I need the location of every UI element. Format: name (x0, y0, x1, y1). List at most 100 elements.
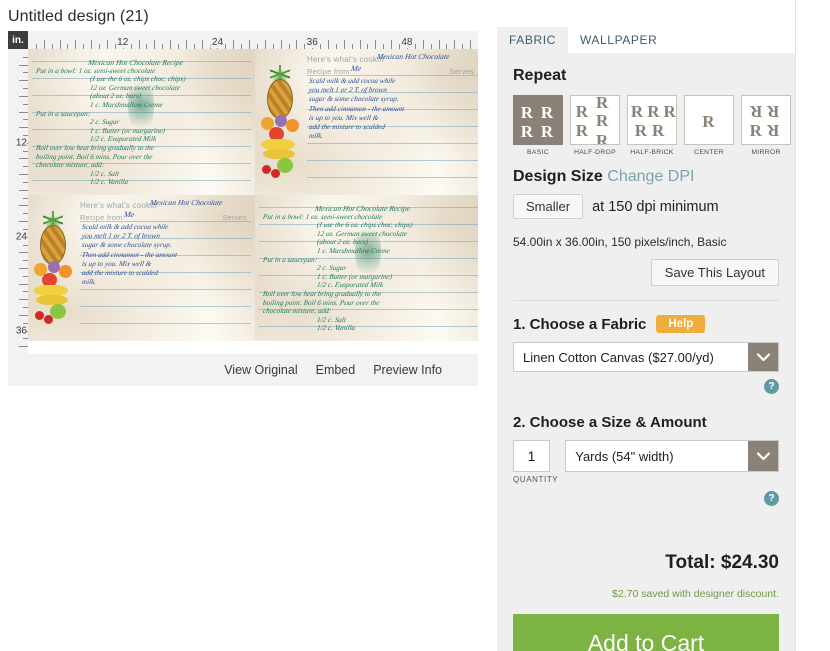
handwriting-line: (about 2 oz. bars) (316, 238, 369, 247)
handwriting-line: Boil over low heat bring gradually to th… (35, 144, 155, 152)
repeat-glyph: R (663, 101, 676, 121)
ruler-tick (391, 40, 393, 49)
repeat-glyph: R (520, 121, 533, 141)
handwriting-line: 1 c. Butter (or margarine) (316, 272, 393, 281)
repeat-glyph: R (749, 101, 762, 121)
ruler-tick (19, 205, 28, 207)
repeat-thumbnail: RRRR (741, 95, 791, 145)
ruler-tick (91, 40, 93, 49)
ruler-label: 24 (210, 37, 225, 48)
handwriting-line: 1 c. Butter (or margarine) (89, 126, 166, 135)
repeat-thumbnail: RRRR (513, 95, 563, 145)
ruler-tick (328, 40, 329, 49)
ruler-tick (422, 40, 424, 49)
card-preprint-serves: Serves (222, 213, 247, 222)
size-help-icon[interactable]: ? (764, 491, 779, 506)
ruler-tick (19, 158, 28, 160)
ruler-tick (280, 40, 282, 49)
ruler-label: 12 (116, 37, 130, 48)
handwriting-line: milk. (308, 132, 324, 141)
ruler-tick (106, 40, 108, 49)
card-from-handwriting: Me (350, 64, 362, 73)
repeat-option-half-brick[interactable]: R R R R R HALF-BRICK (627, 95, 677, 156)
card-preprint-from: Recipe from (80, 213, 123, 222)
ruler-tick (19, 346, 28, 348)
smaller-button[interactable]: Smaller (513, 194, 584, 219)
quantity-label: QUANTITY (513, 475, 559, 484)
ruler-tick (264, 40, 266, 49)
repeat-glyph: R (634, 120, 647, 140)
fabric-help-badge[interactable]: Help (656, 315, 706, 333)
ruler-tick (359, 40, 361, 49)
repeat-glyph: R (766, 120, 780, 140)
handwriting-line: 12 oz. German sweet chocolate (316, 229, 408, 238)
handwriting-line: 2 c. Sugar (316, 264, 347, 273)
handwriting-line: boiling point. Boil 6 mins. Pour over th… (262, 298, 381, 307)
card-preprint-serves: Serves (449, 67, 474, 76)
size-select[interactable]: Yards (54" width) (565, 440, 779, 472)
repeat-glyph: R (595, 111, 609, 131)
page-title: Untitled design (21) (8, 8, 149, 25)
vertical-ruler[interactable]: 12 24 36 (8, 49, 28, 354)
tab-fabric[interactable]: FABRIC (497, 27, 568, 53)
ruler-tick (470, 40, 472, 49)
discount-note: $2.70 saved with designer discount. (612, 588, 779, 600)
page-right-divider (795, 0, 796, 651)
repeat-option-basic[interactable]: R R R R BASIC (513, 95, 563, 156)
repeat-tile-grid: Mexican Hot Chocolate Recipe Put in a bow… (28, 49, 478, 354)
save-layout-row: Save This Layout (513, 259, 779, 286)
chevron-down-icon (748, 343, 778, 371)
preview-info-link[interactable]: Preview Info (373, 363, 442, 377)
ruler-tick (19, 283, 28, 285)
handwriting-line: (about 2 oz. bars) (89, 92, 142, 101)
ruler-tick (296, 40, 298, 49)
repeat-glyph: R (647, 101, 660, 121)
options-panel: FABRIC WALLPAPER Repeat R R R R BASIC R R R R R HA… (497, 25, 795, 651)
tab-wallpaper[interactable]: WALLPAPER (568, 27, 669, 53)
horizontal-ruler[interactable]: 12 24 36 48 (28, 31, 478, 49)
repeat-option-center[interactable]: R CENTER (684, 95, 734, 156)
handwriting-line: 1/2 c. Evaporated Milk (316, 281, 384, 290)
ruler-tick (343, 40, 345, 49)
handwriting-line: you melt 1 or 2 T. of brown (81, 232, 161, 241)
repeat-option-half-drop[interactable]: R R R R R HALF-DROP (570, 95, 620, 156)
step-fabric-header: 1. Choose a Fabric Help (513, 315, 779, 333)
fabric-help-icon[interactable]: ? (764, 379, 779, 394)
repeat-glyph: R (595, 95, 609, 113)
change-dpi-link[interactable]: Change DPI (607, 168, 694, 185)
ruler-unit-label: in. (8, 31, 28, 49)
handwriting-line: Put in a saucepan: (262, 255, 318, 264)
ruler-tick (19, 111, 28, 113)
handwriting-line: 12 oz. German sweet chocolate (89, 83, 181, 92)
design-canvas[interactable]: Mexican Hot Chocolate Recipe Put in a bow… (28, 49, 478, 354)
ruler-tick (43, 40, 45, 49)
handwriting-line: is up to you. Mix well & (308, 113, 379, 122)
handwriting-line: Put in a saucepan: (35, 109, 91, 118)
save-this-layout-button[interactable]: Save This Layout (650, 259, 779, 286)
quantity-input[interactable] (513, 440, 550, 472)
design-preview-area: in. 12 24 36 48 12 24 36 Mexican Hot Chocolat… (8, 31, 478, 386)
ruler-tick (75, 40, 77, 49)
ruler-tick (249, 40, 251, 49)
card-preprint-header: Here's what's cookin' (307, 55, 386, 64)
embed-link[interactable]: Embed (316, 363, 356, 377)
repeat-option-mirror[interactable]: R R R R MIRROR (741, 95, 791, 156)
section-divider (513, 300, 779, 301)
add-to-cart-button[interactable]: Add to Cart (513, 614, 779, 651)
card-title-handwriting: Mexican Hot Chocolate (149, 198, 224, 207)
handwriting-line: 1/2 c. Salt (316, 315, 347, 324)
ruler-tick (201, 40, 203, 49)
fabric-select[interactable]: Linen Cotton Canvas ($27.00/yd) (513, 342, 779, 372)
handwriting-line: milk. (81, 278, 97, 287)
handwriting-line: 1/2 c. Vanilla (89, 178, 129, 187)
size-amount-controls: QUANTITY Yards (54" width) (513, 440, 779, 484)
card-title-handwriting: Mexican Hot Chocolate (376, 52, 451, 61)
repeat-glyph: R (630, 101, 644, 121)
repeat-options: R R R R BASIC R R R R R HALF-DROP R R R R R HALF-BRICK R C… (513, 95, 791, 156)
ruler-label: 36 (15, 325, 27, 337)
ruler-tick (19, 80, 28, 82)
ruler-tick (19, 299, 28, 301)
view-original-link[interactable]: View Original (224, 363, 297, 377)
ruler-tick (375, 40, 377, 49)
repeat-thumbnail: RRRRR (627, 95, 677, 145)
